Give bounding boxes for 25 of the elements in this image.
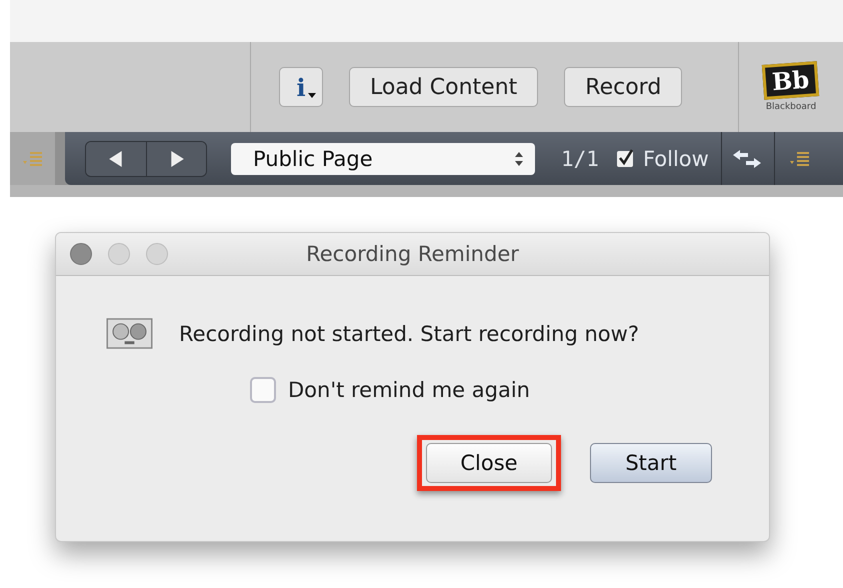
checkbox-label: Don't remind me again bbox=[288, 378, 530, 402]
page-select[interactable]: Public Page bbox=[231, 142, 535, 174]
dialog-title: Recording Reminder bbox=[306, 242, 519, 266]
right-triangle-icon bbox=[170, 150, 184, 166]
left-triangle-icon bbox=[109, 150, 123, 166]
dialog-button[interactable]: Close bbox=[426, 443, 552, 483]
caret-icon bbox=[308, 93, 316, 98]
toolbar-button[interactable]: Record bbox=[564, 67, 682, 107]
logo-caption: Blackboard bbox=[766, 102, 816, 112]
close-window-icon[interactable] bbox=[70, 243, 92, 265]
info-button[interactable]: i bbox=[279, 67, 323, 107]
toolbar-button[interactable]: Load Content bbox=[349, 67, 538, 107]
tape-recorder-icon bbox=[106, 318, 153, 349]
page-count: 1/1 bbox=[561, 146, 599, 170]
dialog-message: Recording not started. Start recording now? bbox=[179, 322, 639, 346]
remind-checkbox[interactable] bbox=[250, 377, 276, 403]
previous-button[interactable] bbox=[86, 142, 146, 176]
follow-label: Follow bbox=[642, 146, 709, 170]
dialog-button[interactable]: Start bbox=[590, 443, 712, 483]
next-button[interactable] bbox=[146, 142, 206, 176]
swap-arrows-icon[interactable] bbox=[732, 148, 762, 168]
up-down-arrows-icon bbox=[515, 152, 523, 166]
logo-mark: Bb bbox=[762, 60, 820, 100]
follow-checkbox[interactable] bbox=[616, 150, 633, 166]
list-icon[interactable] bbox=[788, 150, 811, 166]
